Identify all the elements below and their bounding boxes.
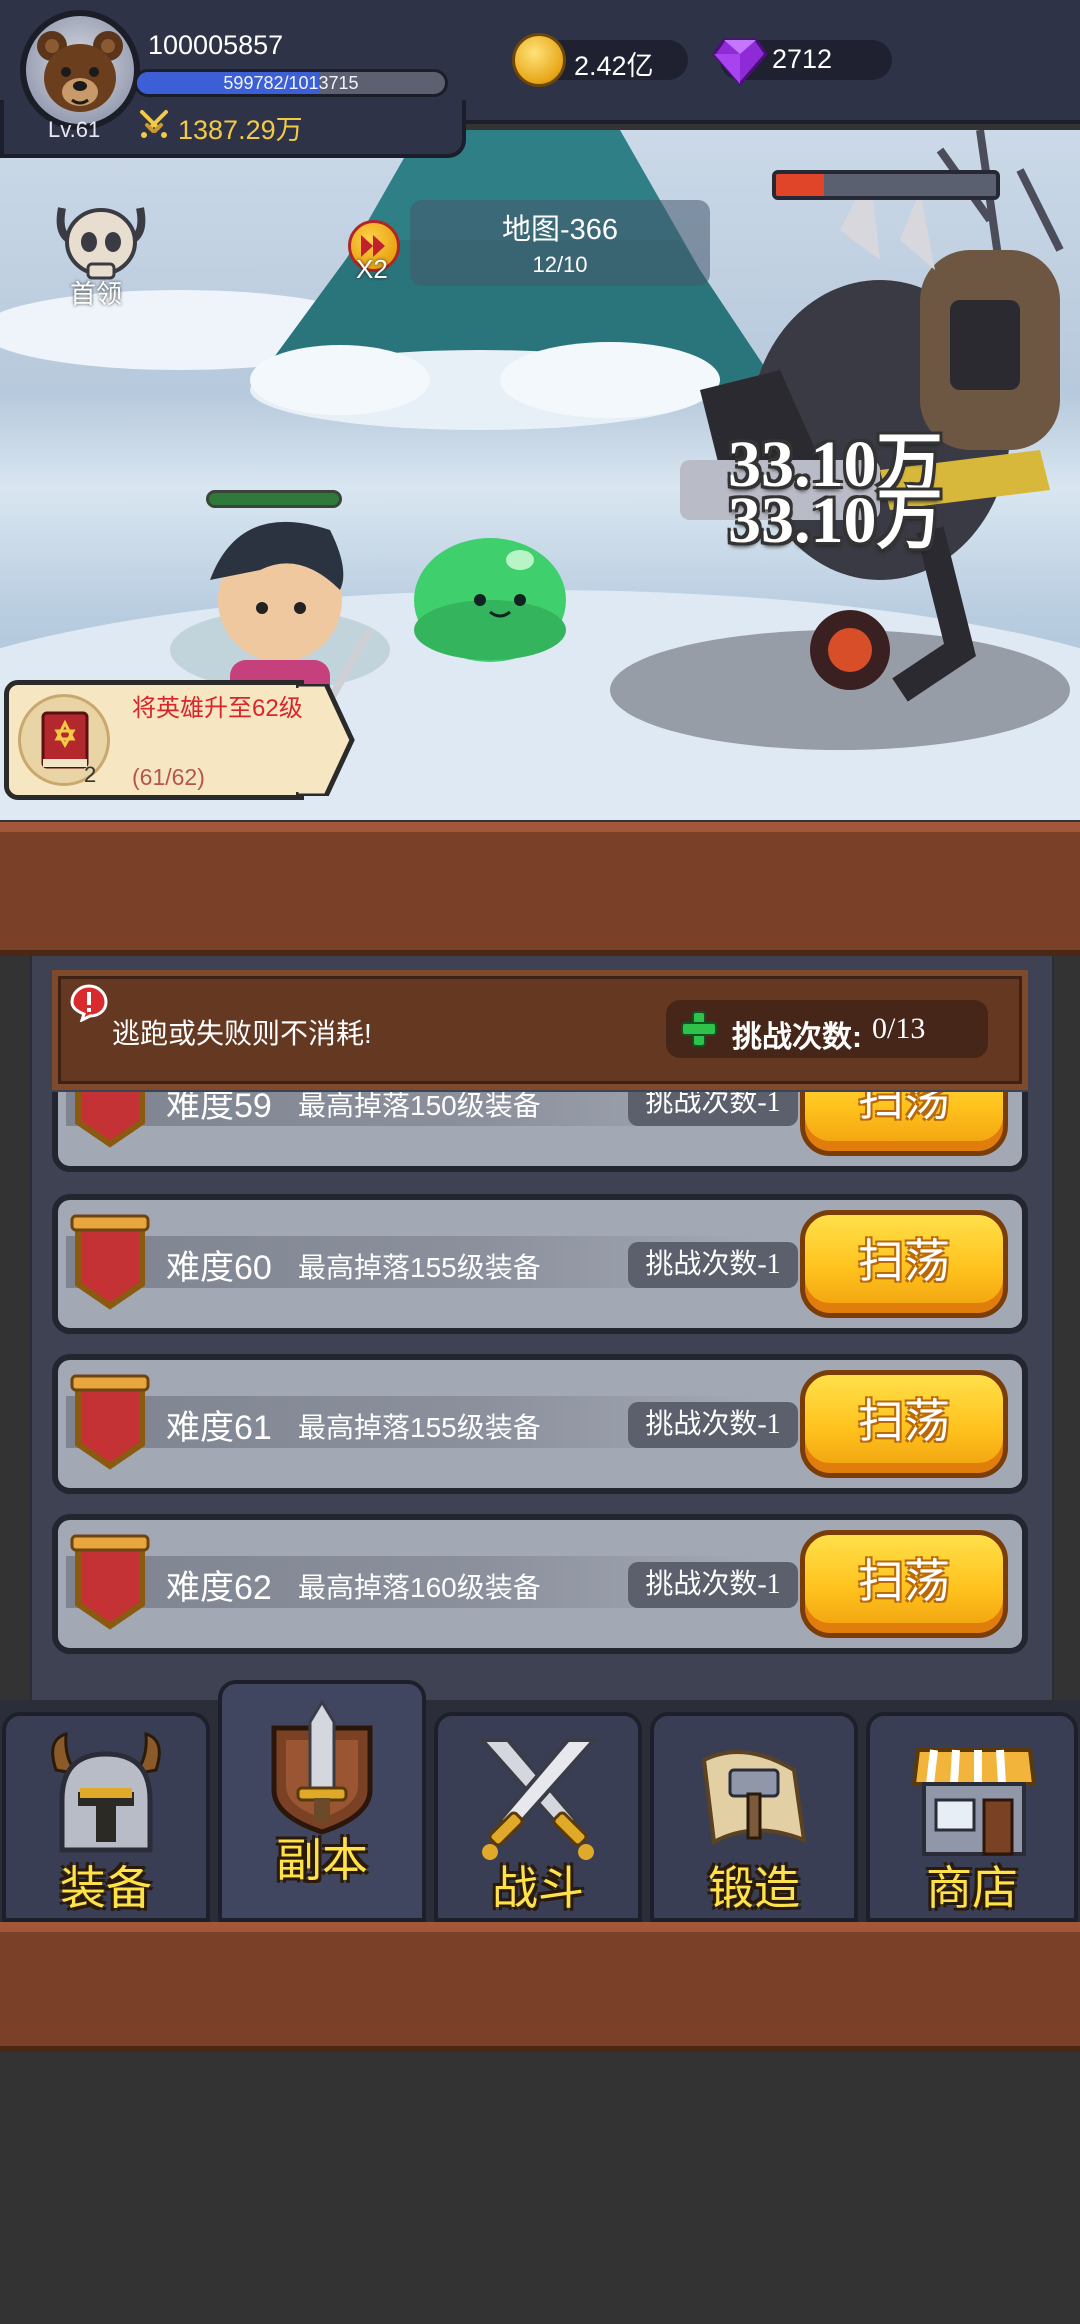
boss-health-fill — [776, 174, 825, 196]
nav-tab-shop[interactable]: 商店 — [866, 1712, 1078, 1922]
dungeon-row: 难度62 最高掉落160级装备 挑战次数-1 扫荡 — [52, 1514, 1028, 1654]
nav-label: 副本 — [276, 1834, 368, 1886]
nav-tab-dungeon[interactable]: 副本 — [218, 1680, 426, 1922]
drop-info: 最高掉落160级装备 — [298, 1572, 541, 1603]
challenge-cost: 挑战次数-1 — [628, 1242, 798, 1288]
gem-value: 2712 — [772, 44, 833, 74]
difficulty-label: 难度61 — [166, 1409, 272, 1447]
dungeon-list[interactable]: 难度59 最高掉落150级装备 挑战次数-1 扫荡 难度60 最高掉落155级装… — [40, 1092, 1040, 1672]
quest-progress: (61/62) — [132, 764, 205, 790]
nav-tab-battle[interactable]: 战斗 — [434, 1712, 642, 1922]
gold-coin-icon — [512, 33, 566, 87]
crossed-swords-power-icon — [140, 110, 168, 138]
difficulty-label: 难度59 — [166, 1092, 272, 1125]
red-banner-icon — [70, 1214, 150, 1310]
quest-count: 2 — [84, 762, 97, 787]
diamond-gem-icon — [712, 38, 768, 86]
sweep-button[interactable]: 扫荡 — [800, 1530, 1008, 1638]
challenge-count-value: 0/13 — [872, 1012, 926, 1045]
exp-bar: 599782/1013715 — [134, 69, 448, 97]
player-avatar[interactable] — [20, 10, 140, 130]
player-id: 100005857 — [148, 30, 284, 60]
alert-icon — [70, 984, 108, 1022]
helmet-icon — [51, 1731, 161, 1853]
wood-divider — [0, 822, 1080, 956]
notice-text: 逃跑或失败则不消耗! — [112, 1018, 372, 1049]
drop-info: 最高掉落155级装备 — [298, 1252, 541, 1283]
challenge-count-label: 挑战次数: — [732, 1021, 862, 1054]
bear-avatar-icon — [37, 31, 123, 112]
difficulty-label: 难度60 — [166, 1249, 272, 1287]
sweep-button[interactable]: 扫荡 — [800, 1092, 1008, 1156]
hammer-scroll-icon — [701, 1750, 807, 1846]
map-name: 地图-366 — [501, 214, 619, 246]
challenge-cost: 挑战次数-1 — [628, 1402, 798, 1448]
red-banner-icon — [75, 1092, 145, 1148]
shop-icon — [911, 1748, 1037, 1856]
challenge-cost: 挑战次数-1 — [628, 1562, 798, 1608]
nav-tab-equipment[interactable]: 装备 — [2, 1712, 210, 1922]
sword-shield-icon — [271, 1699, 373, 1835]
player-level: Lv.61 — [48, 117, 101, 142]
exp-text: 599782/1013715 — [223, 73, 359, 93]
difficulty-label: 难度62 — [166, 1569, 272, 1607]
wood-footer — [0, 1922, 1080, 2052]
red-banner-icon — [70, 1374, 150, 1470]
drop-info: 最高掉落150级装备 — [298, 1092, 541, 1121]
red-banner-icon — [70, 1534, 150, 1630]
combat-power: 1387.29万 — [178, 115, 303, 145]
nav-label: 装备 — [60, 1862, 152, 1914]
sweep-button[interactable]: 扫荡 — [800, 1210, 1008, 1318]
plus-icon[interactable] — [680, 1010, 718, 1048]
nav-label: 商店 — [926, 1862, 1018, 1914]
nav-label: 战斗 — [492, 1862, 584, 1914]
nav-tab-forge[interactable]: 锻造 — [650, 1712, 858, 1922]
nav-label: 锻造 — [708, 1862, 800, 1914]
dungeon-row: 难度61 最高掉落155级装备 挑战次数-1 扫荡 — [52, 1354, 1028, 1494]
map-progress: 12/10 — [532, 252, 588, 277]
drop-info: 最高掉落155级装备 — [298, 1412, 541, 1443]
boss-health-bar — [772, 170, 1000, 200]
crossed-swords-icon — [477, 1738, 599, 1860]
gold-value: 2.42亿 — [574, 51, 654, 81]
boss-button-label[interactable]: 首领 — [70, 274, 122, 311]
challenge-cost: 挑战次数-1 — [628, 1092, 798, 1126]
hero-health-bar — [206, 490, 342, 508]
sweep-button[interactable]: 扫荡 — [800, 1370, 1008, 1478]
dungeon-row: 难度59 最高掉落150级装备 挑战次数-1 扫荡 — [52, 1092, 1028, 1172]
damage-number: 33.10万 — [728, 484, 943, 557]
speed-multiplier[interactable]: X2 — [356, 254, 388, 285]
dungeon-row: 难度60 最高掉落155级装备 挑战次数-1 扫荡 — [52, 1194, 1028, 1334]
quest-description: 将英雄升至62级 — [132, 695, 303, 722]
